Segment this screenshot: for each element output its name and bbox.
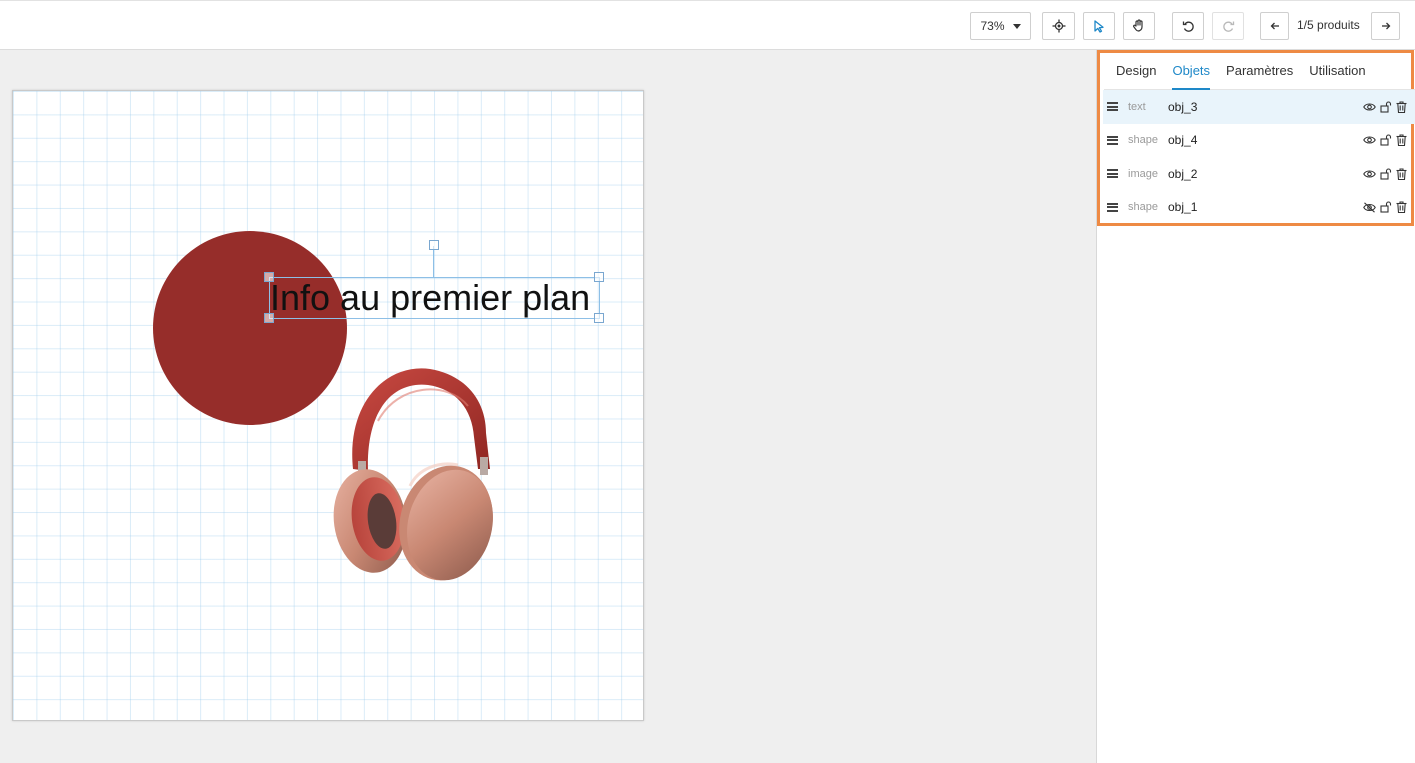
object-name: obj_3 — [1168, 99, 1198, 114]
eye-off-icon[interactable] — [1363, 202, 1376, 213]
caret-down-icon — [1012, 23, 1021, 29]
object-row[interactable]: image obj_2 — [1103, 157, 1415, 191]
drag-handle-icon[interactable] — [1107, 102, 1118, 111]
undo-icon — [1182, 21, 1194, 32]
drag-handle-icon[interactable] — [1107, 135, 1118, 145]
drag-handle-icon[interactable] — [1107, 202, 1118, 212]
center-button[interactable] — [1042, 12, 1075, 40]
zoom-value: 73% — [980, 19, 1005, 33]
object-name: obj_4 — [1168, 133, 1198, 148]
objects-panel: Design Objets Paramètres Utilisation tex… — [1097, 50, 1415, 226]
object-name: obj_2 — [1168, 166, 1198, 181]
unlock-icon[interactable] — [1380, 201, 1392, 213]
object-type: shape — [1128, 201, 1158, 214]
zoom-dropdown[interactable]: 73% — [970, 12, 1031, 40]
panel-tabs: Design Objets Paramètres Utilisation — [1104, 57, 1415, 90]
arrow-right-icon — [1381, 22, 1390, 30]
eye-icon[interactable] — [1363, 102, 1376, 112]
eye-icon[interactable] — [1363, 135, 1376, 145]
tab-parametres[interactable]: Paramètres — [1226, 57, 1293, 90]
pan-tool-button[interactable] — [1123, 12, 1155, 40]
redo-button[interactable] — [1212, 12, 1244, 40]
tab-design[interactable]: Design — [1116, 57, 1156, 90]
redo-icon — [1222, 21, 1234, 32]
text-object[interactable]: Info au premier plan — [269, 277, 600, 319]
pointer-icon — [1094, 19, 1104, 33]
rotate-handle[interactable] — [429, 240, 439, 250]
target-icon — [1052, 19, 1065, 33]
object-row[interactable]: text obj_3 — [1103, 90, 1415, 124]
drag-handle-icon[interactable] — [1107, 169, 1118, 178]
resize-handle-top-right[interactable] — [594, 272, 604, 282]
objects-list: text obj_3 shape obj_4 image obj_2 shape… — [1103, 90, 1415, 224]
headphones-image[interactable] — [318, 361, 508, 591]
previous-product-button[interactable] — [1260, 12, 1289, 40]
trash-icon[interactable] — [1396, 168, 1407, 180]
products-counter: 1/5 produits — [1297, 18, 1360, 32]
object-type: image — [1128, 167, 1158, 180]
resize-handle-top-left[interactable] — [264, 272, 274, 282]
object-row[interactable]: shape obj_4 — [1103, 124, 1415, 158]
resize-handle-bottom-right[interactable] — [594, 313, 604, 323]
object-type: shape — [1128, 134, 1158, 147]
object-type: text — [1128, 100, 1146, 113]
undo-button[interactable] — [1172, 12, 1204, 40]
rotation-line — [433, 246, 434, 277]
eye-icon[interactable] — [1363, 169, 1376, 179]
select-tool-button[interactable] — [1083, 12, 1115, 40]
tab-objets[interactable]: Objets — [1172, 57, 1211, 90]
object-name: obj_1 — [1168, 200, 1198, 215]
hand-icon — [1133, 19, 1143, 32]
trash-icon[interactable] — [1396, 101, 1407, 113]
trash-icon[interactable] — [1396, 134, 1407, 147]
object-row[interactable]: shape obj_1 — [1103, 191, 1415, 225]
unlock-icon[interactable] — [1380, 134, 1392, 146]
next-product-button[interactable] — [1371, 12, 1400, 40]
arrow-left-icon — [1270, 22, 1279, 30]
unlock-icon[interactable] — [1380, 101, 1392, 113]
trash-icon[interactable] — [1396, 201, 1407, 214]
unlock-icon[interactable] — [1380, 168, 1392, 180]
design-artboard[interactable]: Info au premier plan — [12, 90, 644, 721]
resize-handle-bottom-left[interactable] — [264, 313, 274, 323]
top-toolbar: 73% 1/5 produits — [0, 0, 1415, 50]
tab-utilisation[interactable]: Utilisation — [1309, 57, 1365, 90]
